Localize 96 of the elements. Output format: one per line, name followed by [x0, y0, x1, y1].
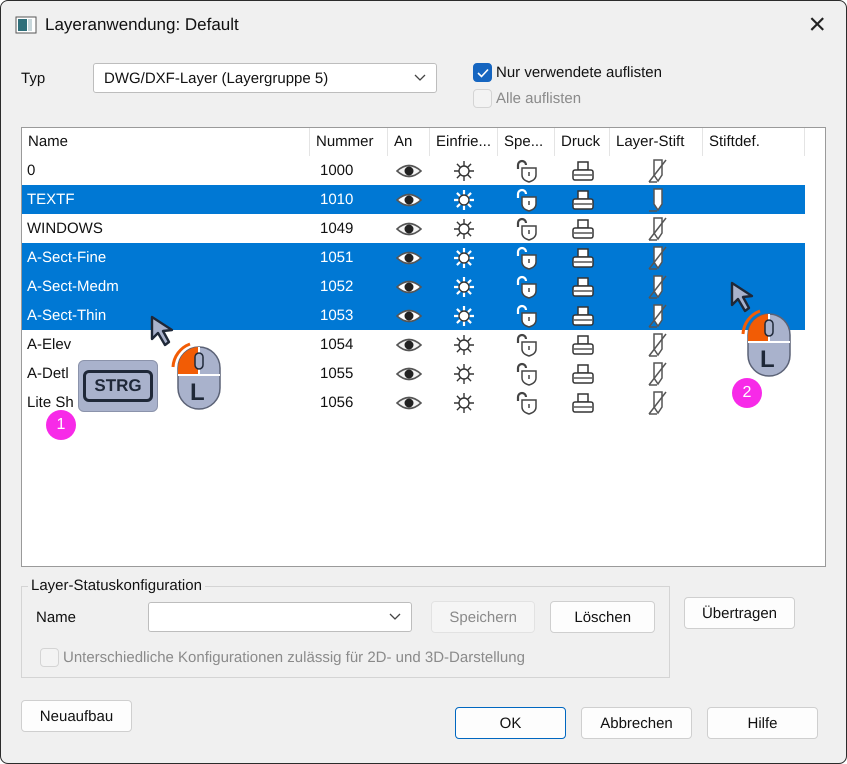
layer-number: 1049 — [320, 220, 354, 237]
mouse-button-label: L — [760, 346, 775, 374]
eye-icon — [396, 220, 422, 236]
column-header[interactable]: Layer-Stift — [610, 128, 703, 156]
layer-number: 1051 — [320, 249, 354, 266]
printer-icon — [570, 392, 594, 414]
column-header[interactable]: Stiftdef. — [703, 128, 805, 156]
eye-icon — [396, 278, 422, 294]
name-label: Name — [36, 608, 78, 626]
selected-row[interactable]: TEXTF 1010 — [22, 185, 805, 214]
layer-name: TEXTF — [27, 191, 74, 208]
eye-icon — [396, 162, 422, 178]
printer-icon — [570, 218, 594, 240]
unlocked-shield-icon — [514, 158, 538, 182]
printer-icon — [570, 362, 594, 384]
group-title: Layer-Statuskonfiguration — [28, 577, 205, 594]
layer-number: 1000 — [320, 162, 354, 179]
selected-row[interactable]: A-Sect-Medm 1052 — [22, 272, 805, 301]
sun-icon — [453, 160, 475, 182]
layer-name: 0 — [27, 162, 36, 179]
eye-icon — [396, 192, 422, 208]
printer-icon — [570, 160, 594, 182]
rebuild-button[interactable]: Neuaufbau — [21, 700, 132, 732]
mouse-icon — [740, 308, 794, 378]
eye-icon — [396, 394, 422, 410]
printer-icon — [570, 246, 594, 268]
sun-icon — [453, 334, 475, 356]
layer-number: 1052 — [320, 278, 354, 295]
unlocked-shield-icon — [514, 188, 538, 212]
layer-window-icon — [15, 16, 37, 34]
sun-icon — [453, 304, 475, 326]
eye-icon — [396, 336, 422, 352]
step-badge: 2 — [732, 378, 762, 408]
layer-number: 1053 — [320, 307, 354, 324]
mouse-icon — [170, 341, 224, 411]
column-header[interactable]: Druck — [555, 128, 610, 156]
checkmark-icon — [476, 68, 488, 78]
printer-icon — [570, 276, 594, 298]
sun-icon — [453, 392, 475, 414]
checkbox[interactable] — [473, 63, 492, 82]
config-dropdown[interactable] — [148, 602, 412, 632]
mouse-button-label: L — [190, 379, 205, 407]
checkbox-label: Unterschiedliche Konfigurationen zulässig für 2D- und 3D-Darstellung — [63, 649, 525, 666]
layer-number: 1056 — [320, 394, 354, 411]
step-badge: 1 — [46, 410, 76, 440]
unlocked-shield-icon — [514, 216, 538, 240]
delete-button[interactable]: Löschen — [550, 601, 655, 633]
unlocked-shield-icon — [514, 362, 538, 386]
selected-row[interactable]: A-Sect-Thin 1053 — [22, 301, 805, 330]
unlocked-shield-icon — [514, 390, 538, 414]
selected-row[interactable]: A-Sect-Fine 1051 — [22, 243, 805, 272]
unlocked-shield-icon — [514, 332, 538, 356]
mouse-pointer-icon — [150, 315, 176, 347]
chevron-down-icon — [414, 74, 426, 82]
column-header[interactable]: An — [388, 128, 430, 156]
printer-icon — [570, 334, 594, 356]
column-header[interactable]: Spe... — [498, 128, 555, 156]
layer-number: 1054 — [320, 336, 354, 353]
eye-icon — [396, 308, 422, 324]
sun-icon — [453, 188, 475, 210]
dialog-button[interactable]: Hilfe — [707, 707, 818, 739]
checkbox-label: Nur verwendete auflisten — [496, 64, 662, 81]
dialog-button[interactable]: OK — [455, 707, 566, 739]
mouse-pointer-icon — [730, 281, 756, 313]
column-header[interactable]: Einfrie... — [430, 128, 498, 156]
column-header[interactable]: Nummer — [310, 128, 388, 156]
printer-icon — [570, 304, 594, 326]
layer-name: WINDOWS — [27, 220, 103, 237]
eye-icon — [396, 250, 422, 266]
sun-icon — [453, 218, 475, 240]
column-header[interactable]: Name — [22, 128, 310, 156]
sun-icon — [453, 246, 475, 268]
checkbox-label: Alle auflisten — [496, 90, 582, 107]
layer-number: 1010 — [320, 191, 354, 208]
transfer-button[interactable]: Übertragen — [684, 597, 795, 629]
close-button[interactable]: × — [802, 10, 832, 40]
layer-name: A-Sect-Medm — [27, 278, 119, 295]
sun-icon — [453, 362, 475, 384]
layer-name: Lite Sh — [27, 394, 74, 411]
unlocked-shield-icon — [514, 274, 538, 298]
window-title: Layeranwendung: Default — [45, 15, 240, 35]
chevron-down-icon — [388, 613, 401, 621]
unlocked-shield-icon — [514, 246, 538, 270]
printer-icon — [570, 188, 594, 210]
sun-icon — [453, 276, 475, 298]
type-dropdown[interactable]: DWG/DXF-Layer (Layergruppe 5) — [93, 63, 437, 93]
unlocked-shield-icon — [514, 304, 538, 328]
layer-name: A-Detl — [27, 365, 69, 382]
layer-number: 1055 — [320, 365, 354, 382]
layer-name: A-Sect-Fine — [27, 249, 106, 266]
eye-icon — [396, 366, 422, 382]
type-label: Typ — [21, 70, 46, 87]
layer-name: A-Sect-Thin — [27, 307, 106, 324]
keyboard-key: STRG — [78, 360, 158, 412]
dialog-button[interactable]: Abbrechen — [581, 707, 692, 739]
layer-name: A-Elev — [27, 336, 72, 353]
